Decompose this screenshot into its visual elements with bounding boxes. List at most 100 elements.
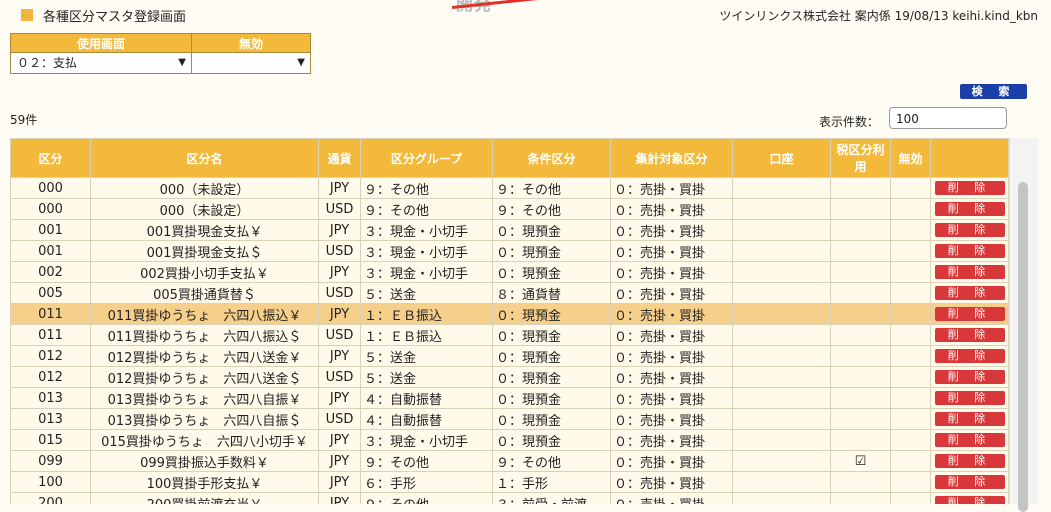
- row-tax-cell: [830, 471, 891, 493]
- col-header-name[interactable]: 区分名: [90, 138, 319, 178]
- col-header-kbn[interactable]: 区分: [10, 138, 91, 178]
- row-kbn-cell: 099: [10, 450, 91, 472]
- dropdown-arrow-icon: ▼: [178, 57, 186, 68]
- delete-button[interactable]: 削 除: [934, 244, 1005, 258]
- dev-stamp: 開発: [452, 0, 552, 18]
- row-condition-cell: ３：前受・前渡: [492, 492, 611, 504]
- row-condition-cell: ９：その他: [492, 198, 611, 220]
- row-condition-cell: ０：現預金: [492, 240, 611, 262]
- col-header-account[interactable]: 口座: [732, 138, 831, 178]
- table-row[interactable]: 001 001買掛現金支払＄ USD ３：現金・小切手 ０：現預金 ０：売掛・買掛 削 除: [10, 240, 1009, 262]
- record-count: 59件: [10, 113, 38, 127]
- delete-button[interactable]: 削 除: [934, 307, 1005, 321]
- scrollbar-thumb[interactable]: [1018, 182, 1028, 512]
- col-header-currency[interactable]: 通貨: [318, 138, 361, 178]
- row-name-cell: 015買掛ゆうちょ 六四八小切手￥: [90, 429, 319, 451]
- delete-button[interactable]: 削 除: [934, 328, 1005, 342]
- delete-button[interactable]: 削 除: [934, 349, 1005, 363]
- row-account-cell: [732, 387, 831, 409]
- row-currency-cell: USD: [318, 282, 361, 304]
- table-header-row: 区分 区分名 通貨 区分グループ 条件区分 集計対象区分 口座 税区分利用 無効: [10, 138, 1009, 178]
- row-invalid-cell: [890, 366, 931, 388]
- vertical-scrollbar[interactable]: [1009, 138, 1038, 512]
- row-tax-cell: [830, 261, 891, 283]
- col-header-group[interactable]: 区分グループ: [360, 138, 493, 178]
- row-account-cell: [732, 408, 831, 430]
- row-tax-cell: [830, 282, 891, 304]
- table-row[interactable]: 000 000（未設定） JPY ９：その他 ９：その他 ０：売掛・買掛削 除: [10, 177, 1009, 199]
- screen-select-value: ０２：支払: [17, 56, 78, 70]
- delete-button[interactable]: 削 除: [934, 223, 1005, 237]
- table-row[interactable]: 100 100買掛手形支払￥ JPY ６：手形 １：手形 ０：売掛・買掛 削 除: [10, 471, 1009, 493]
- row-account-cell: [732, 282, 831, 304]
- table-row[interactable]: 011 011買掛ゆうちょ 六四八振込￥ JPY １：ＥＢ振込 ０：現預金 ０：売掛・買掛…: [10, 303, 1009, 325]
- delete-button[interactable]: 削 除: [934, 202, 1005, 216]
- col-header-aggregate[interactable]: 集計対象区分: [610, 138, 733, 178]
- delete-button[interactable]: 削 除: [934, 265, 1005, 279]
- row-aggregate-cell: ０：売掛・買掛: [610, 492, 733, 504]
- delete-button[interactable]: 削 除: [934, 496, 1005, 504]
- display-count-input[interactable]: 100: [889, 107, 1007, 129]
- delete-button[interactable]: 削 除: [934, 412, 1005, 426]
- delete-button[interactable]: 削 除: [934, 454, 1005, 468]
- row-kbn-cell: 000: [10, 177, 91, 199]
- row-action-cell: 削 除: [930, 261, 1009, 283]
- row-kbn-cell: 002: [10, 261, 91, 283]
- table-row[interactable]: 011 011買掛ゆうちょ 六四八振込＄ USD １：ＥＢ振込 ０：現預金 ０：売掛・買掛…: [10, 324, 1009, 346]
- col-header-tax[interactable]: 税区分利用: [830, 138, 891, 178]
- delete-button[interactable]: 削 除: [934, 181, 1005, 195]
- table-row[interactable]: 200200買掛前渡充当￥JPY９：その他３：前受・前渡０：売掛・買掛 削 除: [10, 492, 1009, 504]
- row-currency-cell: JPY: [318, 177, 361, 199]
- row-aggregate-cell: ０：売掛・買掛: [610, 198, 733, 220]
- row-currency-cell: USD: [318, 324, 361, 346]
- table-row[interactable]: 015 015買掛ゆうちょ 六四八小切手￥ JPY ３：現金・小切手 ０：現預金 ０：売掛…: [10, 429, 1009, 451]
- table-row[interactable]: 013 013買掛ゆうちょ 六四八自振＄ USD ４：自動振替 ０：現預金 ０：売掛・買掛…: [10, 408, 1009, 430]
- row-currency-cell: JPY: [318, 303, 361, 325]
- row-currency-cell: USD: [318, 366, 361, 388]
- row-aggregate-cell: ０：売掛・買掛: [610, 240, 733, 262]
- row-condition-cell: ０：現預金: [492, 303, 611, 325]
- delete-button[interactable]: 削 除: [934, 433, 1005, 447]
- row-kbn-cell: 001: [10, 219, 91, 241]
- row-currency-cell: USD: [318, 198, 361, 220]
- invalid-select[interactable]: ▼: [192, 53, 310, 73]
- table-row[interactable]: 012 012買掛ゆうちょ 六四八送金＄ USD ５：送金 ０：現預金 ０：売掛・買掛 削 …: [10, 366, 1009, 388]
- col-header-condition[interactable]: 条件区分: [492, 138, 611, 178]
- row-condition-cell: ０：現預金: [492, 408, 611, 430]
- delete-button[interactable]: 削 除: [934, 475, 1005, 489]
- table-row[interactable]: 000 000（未設定） USD ９：その他 ９：その他 ０：売掛・買掛削 除: [10, 198, 1009, 220]
- row-account-cell: [732, 471, 831, 493]
- table-row[interactable]: 005 005買掛通貨替＄ USD ５：送金 ８：通貨替 ０：売掛・買掛 削 除: [10, 282, 1009, 304]
- table-row[interactable]: 099 099買掛振込手数料￥ JPY ９：その他 ９：その他 ０：売掛・買掛 ☑ 削 除: [10, 450, 1009, 472]
- row-condition-cell: ０：現預金: [492, 324, 611, 346]
- row-action-cell: 削 除: [930, 387, 1009, 409]
- table-row[interactable]: 001 001買掛現金支払￥ JPY ３：現金・小切手 ０：現預金 ０：売掛・買掛 削 除: [10, 219, 1009, 241]
- table-row[interactable]: 013 013買掛ゆうちょ 六四八自振￥ JPY ４：自動振替 ０：現預金 ０：売掛・買掛…: [10, 387, 1009, 409]
- row-account-cell: [732, 366, 831, 388]
- delete-button[interactable]: 削 除: [934, 286, 1005, 300]
- dropdown-arrow-icon: ▼: [297, 57, 305, 68]
- row-group-cell: ６：手形: [360, 471, 493, 493]
- row-account-cell: [732, 492, 831, 504]
- row-condition-cell: ０：現預金: [492, 366, 611, 388]
- screen-select[interactable]: ０２：支払 ▼: [11, 53, 191, 73]
- row-invalid-cell: [890, 261, 931, 283]
- row-tax-cell: [830, 177, 891, 199]
- row-currency-cell: JPY: [318, 471, 361, 493]
- row-account-cell: [732, 219, 831, 241]
- row-action-cell: 削 除: [930, 408, 1009, 430]
- delete-button[interactable]: 削 除: [934, 370, 1005, 384]
- row-invalid-cell: [890, 471, 931, 493]
- row-name-cell: 000（未設定）: [90, 198, 319, 220]
- row-condition-cell: ８：通貨替: [492, 282, 611, 304]
- row-tax-cell: ☑: [830, 450, 891, 472]
- table-row[interactable]: 012 012買掛ゆうちょ 六四八送金￥ JPY ５：送金 ０：現預金 ０：売掛・買掛 削 …: [10, 345, 1009, 367]
- table-row[interactable]: 002 002買掛小切手支払￥ JPY ３：現金・小切手 ０：現預金 ０：売掛・買掛 削 除: [10, 261, 1009, 283]
- row-group-cell: ９：その他: [360, 492, 493, 504]
- delete-button[interactable]: 削 除: [934, 391, 1005, 405]
- row-kbn-cell: 015: [10, 429, 91, 451]
- row-group-cell: ４：自動振替: [360, 387, 493, 409]
- search-button[interactable]: 検 索: [960, 84, 1027, 99]
- col-header-invalid[interactable]: 無効: [890, 138, 931, 178]
- row-account-cell: [732, 303, 831, 325]
